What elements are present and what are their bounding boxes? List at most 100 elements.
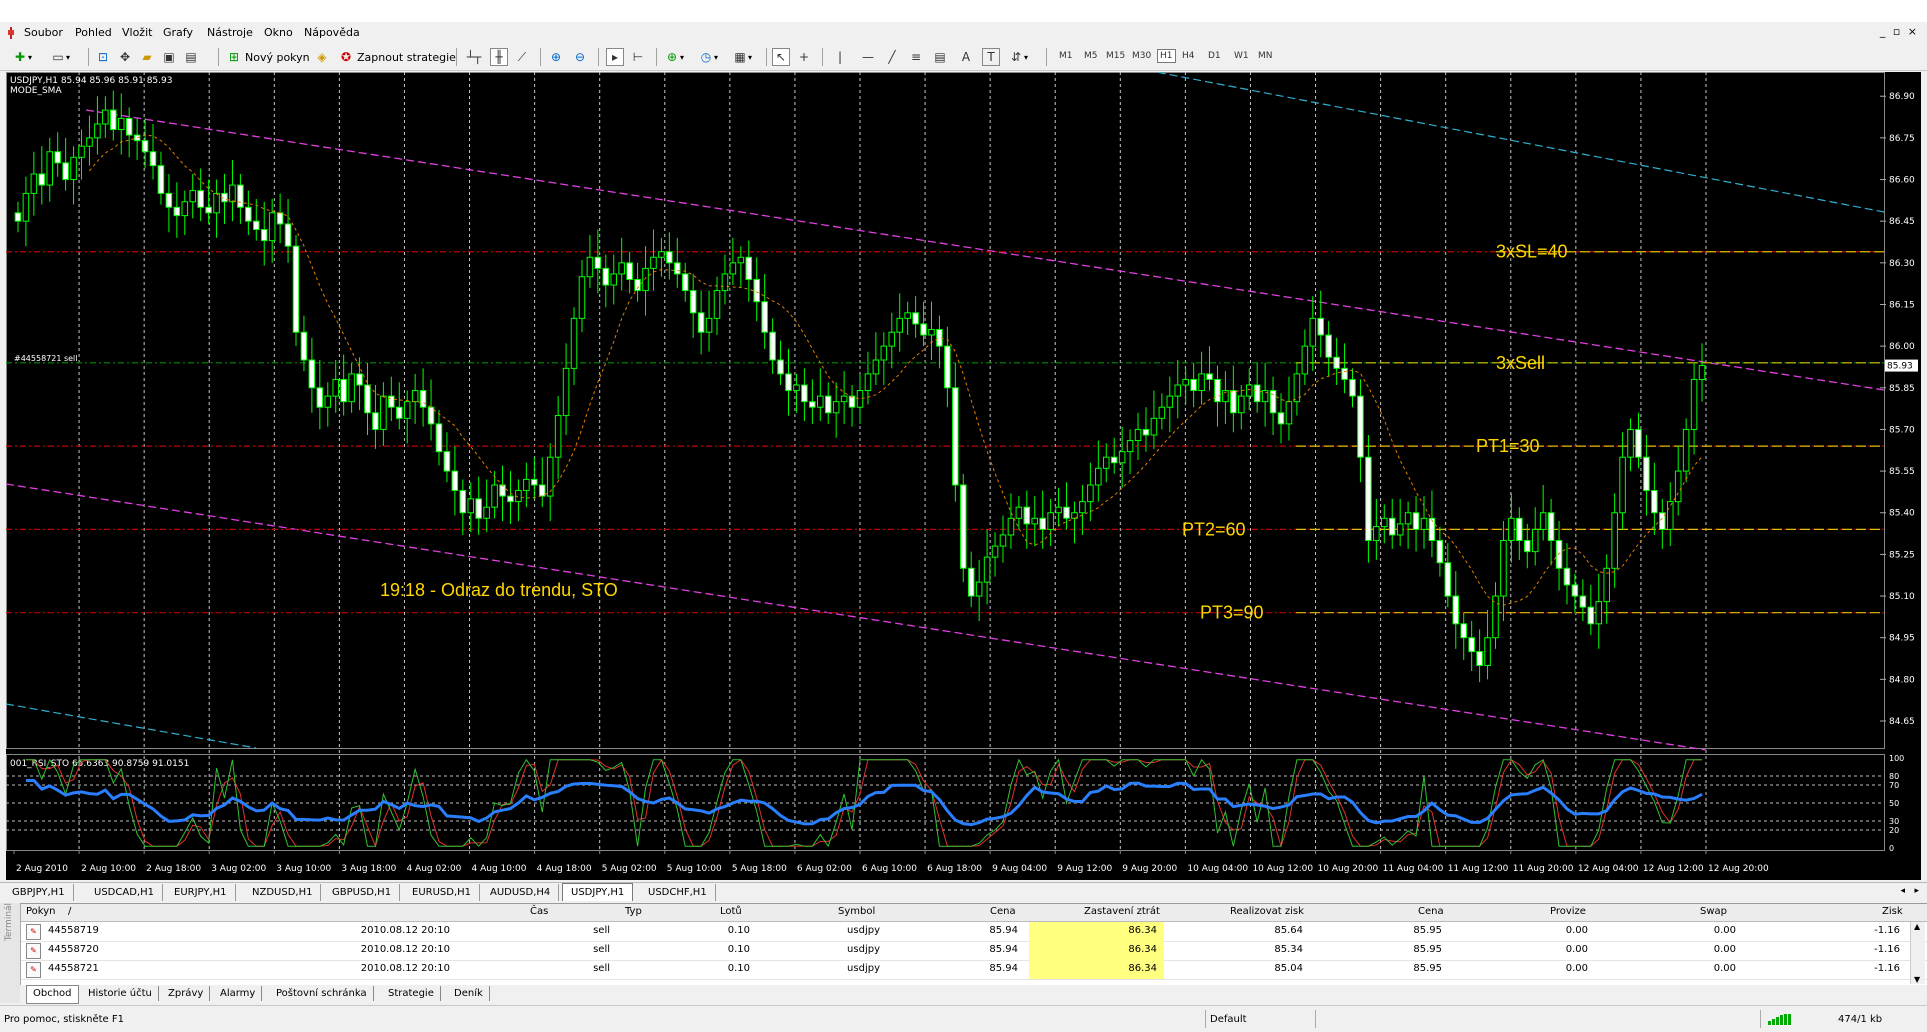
symbol-tab[interactable]: NZDUSD,H1: [244, 884, 322, 901]
candle-body: [284, 223, 292, 247]
market-watch-button[interactable]: ⊡: [95, 48, 111, 66]
menu-soubor[interactable]: Soubor: [24, 26, 63, 39]
tab-denik[interactable]: Deník: [448, 986, 490, 1001]
col-swap[interactable]: Swap: [1700, 906, 1727, 917]
tab-scroll-right-icon[interactable]: ▸: [1914, 886, 1919, 896]
menu-nastroje[interactable]: Nástroje: [207, 26, 253, 39]
text-tool[interactable]: A: [958, 48, 974, 66]
candle-body: [245, 206, 252, 222]
tab-historie[interactable]: Historie účtu: [82, 986, 159, 1001]
tf-m30[interactable]: M30: [1130, 50, 1153, 62]
tf-h4[interactable]: H4: [1180, 50, 1197, 62]
col-time[interactable]: Čas: [530, 906, 548, 917]
tf-mn[interactable]: MN: [1256, 50, 1275, 62]
col-sort[interactable]: /: [68, 906, 71, 917]
terminal-scrollbar[interactable]: ▲ ▼: [1910, 922, 1925, 984]
menu-grafy[interactable]: Grafy: [163, 26, 193, 39]
channel-tool[interactable]: ≡: [908, 48, 924, 66]
col-profit[interactable]: Zisk: [1882, 906, 1903, 917]
symbol-tab[interactable]: EURJPY,H1: [166, 884, 236, 901]
tf-m1[interactable]: M1: [1057, 50, 1075, 62]
fibo-tool[interactable]: ▤: [932, 48, 948, 66]
col-lots[interactable]: Lotů: [720, 906, 742, 917]
indicators-button[interactable]: ⊕ ▾: [664, 48, 684, 66]
arrows-tool[interactable]: ⇵ ▾: [1008, 48, 1028, 66]
candle-body: [110, 109, 117, 131]
scroll-down-icon[interactable]: ▼: [1914, 975, 1920, 984]
new-chart-button[interactable]: ✚ ▾: [12, 48, 32, 66]
scroll-up-icon[interactable]: ▲: [1914, 922, 1920, 931]
trade-row[interactable]: ✎ 44558720 2010.08.12 20:10 sell 0.10 usdjpy 8…: [20, 941, 1927, 961]
col-current-price[interactable]: Cena: [1418, 906, 1444, 917]
tab-zpravy[interactable]: Zprávy: [162, 986, 211, 1001]
tf-d1[interactable]: D1: [1206, 50, 1223, 62]
label-tool[interactable]: T: [982, 48, 1000, 66]
periods-button[interactable]: ◷ ▾: [698, 48, 718, 66]
col-tp[interactable]: Realizovat zisk: [1230, 906, 1304, 917]
col-price[interactable]: Cena: [990, 906, 1016, 917]
col-commission[interactable]: Provize: [1550, 906, 1586, 917]
meta-editor-button[interactable]: ◈: [314, 48, 330, 66]
candle-body: [832, 401, 840, 414]
cursor-tool[interactable]: ↖: [772, 48, 790, 66]
candle-body: [491, 484, 498, 508]
tab-strategie[interactable]: Strategie: [382, 986, 441, 1001]
autoscroll-button[interactable]: ▸: [606, 48, 624, 66]
tab-alarmy[interactable]: Alarmy: [214, 986, 263, 1001]
symbol-tab[interactable]: USDCHF,H1: [640, 884, 716, 901]
folder-button[interactable]: ▰: [139, 48, 155, 66]
candle-body: [372, 412, 379, 430]
tab-scroll-left-icon[interactable]: ◂: [1900, 886, 1905, 896]
col-sl[interactable]: Zastavení ztrát: [1084, 906, 1160, 917]
symbol-tab[interactable]: USDCAD,H1: [86, 884, 163, 901]
symbol-tab-active[interactable]: USDJPY,H1: [562, 883, 634, 901]
candle-body: [769, 331, 776, 361]
menu-vlozit[interactable]: Vložit: [122, 26, 152, 39]
candle-chart-button[interactable]: ╫: [490, 48, 508, 66]
tf-w1[interactable]: W1: [1232, 50, 1251, 62]
templates-button[interactable]: ▦ ▾: [732, 48, 752, 66]
tf-m15[interactable]: M15: [1104, 50, 1127, 62]
crosshair-tool[interactable]: +: [796, 48, 812, 66]
trendline-tool[interactable]: ╱: [884, 48, 900, 66]
terminal-button[interactable]: ▣: [161, 48, 177, 66]
col-symbol[interactable]: Symbol: [838, 906, 875, 917]
symbol-tab[interactable]: AUDUSD,H4: [482, 884, 560, 901]
strategies-button[interactable]: ✪ Zapnout strategie: [338, 48, 456, 66]
menu-pohled[interactable]: Pohled: [75, 26, 112, 39]
candle-body: [761, 301, 768, 333]
chart-shift-button[interactable]: ⊢: [630, 48, 646, 66]
y-tick-label: 85.55: [1889, 467, 1915, 477]
cell-symbol: usdjpy: [847, 963, 880, 974]
symbol-tab[interactable]: EURUSD,H1: [404, 884, 481, 901]
trade-row[interactable]: ✎ 44558721 2010.08.12 20:10 sell 0.10 usdjpy 8…: [20, 960, 1927, 980]
window-controls[interactable]: _ ▫ ×: [1880, 25, 1919, 38]
symbol-tab[interactable]: GBPUSD,H1: [324, 884, 401, 901]
zoom-in-button[interactable]: ⊕: [548, 48, 564, 66]
tab-obchod[interactable]: Obchod: [26, 985, 79, 1004]
col-type[interactable]: Typ: [625, 906, 642, 917]
new-order-button[interactable]: ⊞ Nový pokyn: [226, 48, 310, 66]
terminal-side-label: Terminál: [4, 902, 14, 941]
tf-h1[interactable]: H1: [1157, 49, 1176, 63]
navigator-button[interactable]: ✥: [117, 48, 133, 66]
line-chart-button[interactable]: ⟋: [514, 48, 530, 66]
price-chart[interactable]: 2 Aug 2010 2 Aug 10:00 2 Aug 18:00 3 Aug 02…: [6, 72, 1921, 880]
profiles-button[interactable]: ▭ ▾: [50, 48, 70, 66]
vertical-line-tool[interactable]: |: [832, 48, 848, 66]
menu-napoveda[interactable]: Nápověda: [304, 26, 360, 39]
candle-body: [451, 470, 459, 492]
horizontal-line-tool[interactable]: —: [860, 48, 876, 66]
zoom-out-button[interactable]: ⊖: [572, 48, 588, 66]
tester-button[interactable]: ▤: [183, 48, 199, 66]
menu-okno[interactable]: Okno: [264, 26, 293, 39]
bar-chart-button[interactable]: ┴┬: [466, 48, 482, 66]
tab-postovni-schranka[interactable]: Poštovní schránka: [270, 986, 374, 1001]
status-profile: Default: [1210, 1014, 1247, 1025]
tf-m5[interactable]: M5: [1082, 50, 1100, 62]
trade-row[interactable]: ✎ 44558719 2010.08.12 20:10 sell 0.10 usdjpy 8…: [20, 922, 1927, 942]
symbol-tab[interactable]: GBPJPY,H1: [4, 884, 74, 901]
cell-tp: 85.04: [1274, 963, 1303, 974]
candle-body: [912, 312, 919, 325]
col-order[interactable]: Pokyn: [26, 906, 55, 917]
